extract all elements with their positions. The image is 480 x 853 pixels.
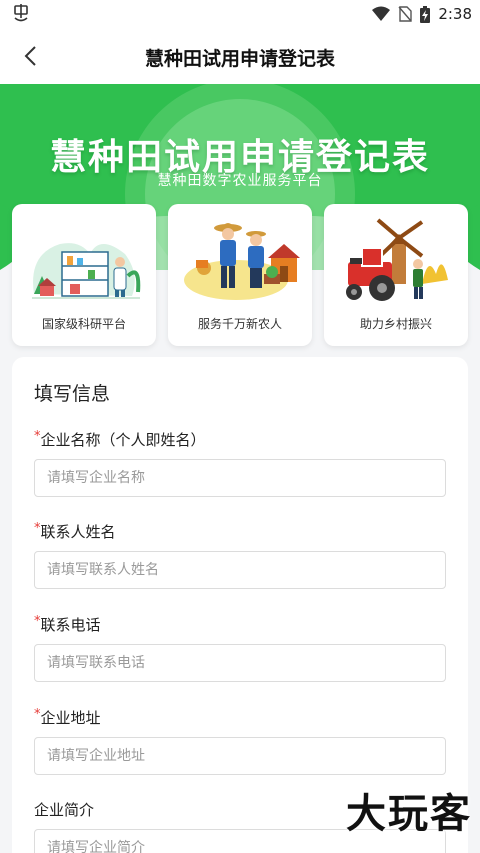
status-time: 2:38	[438, 5, 472, 23]
feature-card-rural[interactable]: 助力乡村振兴	[324, 204, 468, 346]
status-bar: 2:38	[0, 0, 480, 28]
field-label-text: 联系电话	[40, 616, 101, 634]
field-label-phone: *联系电话	[34, 614, 101, 635]
field-label-company-name: *企业名称（个人即姓名）	[34, 429, 206, 450]
field-label-text: 企业地址	[40, 709, 101, 727]
no-sim-icon	[398, 6, 413, 22]
battery-charging-icon	[420, 5, 431, 23]
tractor-windmill-illustration	[346, 218, 448, 301]
hero-subtitle: 慧种田数字农业服务平台	[157, 173, 323, 189]
phone-input[interactable]	[34, 644, 446, 682]
field-label-text: 企业简介	[34, 801, 95, 819]
page-title: 慧种田试用申请登记表	[144, 48, 335, 70]
app-notification-icon	[14, 4, 28, 22]
feature-card-farmers[interactable]: 服务千万新农人	[168, 204, 312, 346]
contact-name-input[interactable]	[34, 551, 446, 589]
research-lab-illustration	[32, 243, 141, 299]
app-bar: 慧种田试用申请登记表	[0, 28, 480, 84]
company-name-input[interactable]	[34, 459, 446, 497]
form-panel: 填写信息 *企业名称（个人即姓名） *联系人姓名 *联系电话 *企业地址 企业简…	[12, 357, 468, 853]
address-input[interactable]	[34, 737, 446, 775]
feature-label: 国家级科研平台	[41, 317, 126, 331]
field-label-contact-name: *联系人姓名	[34, 521, 116, 542]
feature-label: 服务千万新农人	[197, 317, 282, 331]
field-label-text: 企业名称（个人即姓名）	[40, 431, 206, 449]
field-label-intro: 企业简介	[34, 799, 94, 820]
field-label-text: 联系人姓名	[40, 523, 116, 541]
feature-label: 助力乡村振兴	[359, 317, 432, 331]
field-label-address: *企业地址	[34, 707, 101, 728]
watermark-logo: 大玩客	[346, 791, 472, 837]
farmers-illustration	[184, 223, 300, 300]
feature-card-research[interactable]: 国家级科研平台	[12, 204, 156, 346]
wifi-icon	[372, 6, 391, 21]
section-title: 填写信息	[34, 383, 111, 405]
feature-cards: 国家级科研平台 服务千万新农人 助力乡村振兴	[12, 204, 468, 346]
